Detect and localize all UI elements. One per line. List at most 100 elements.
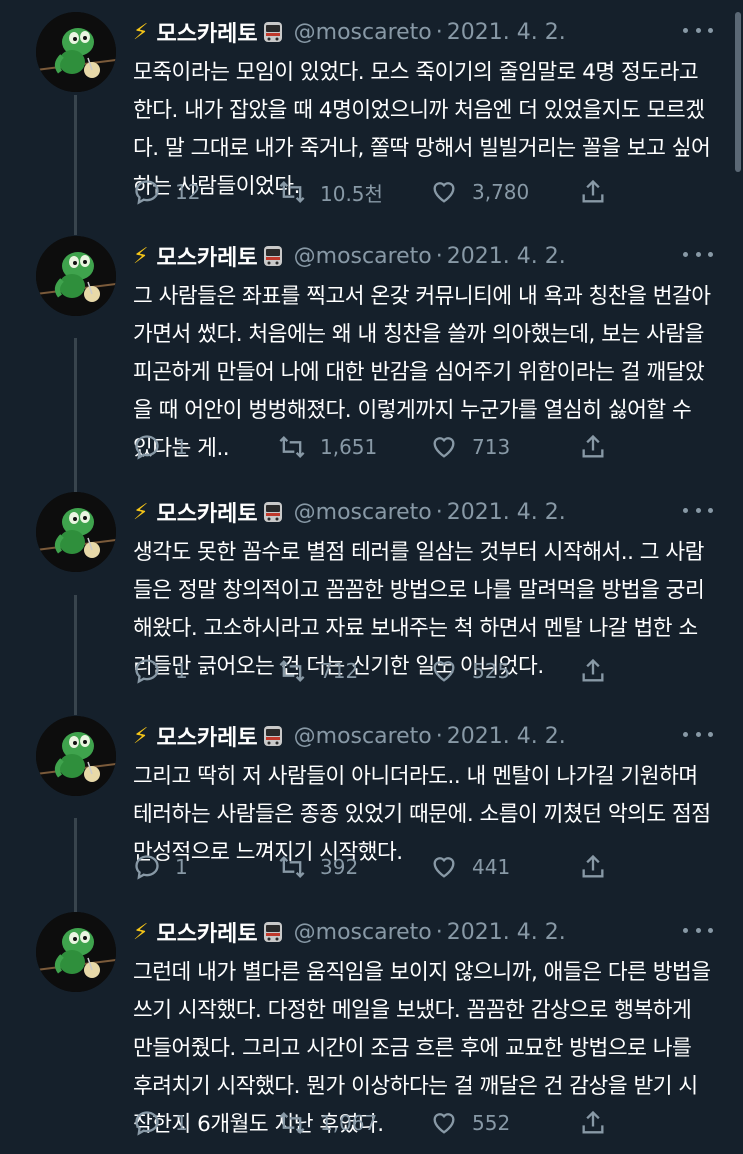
thread-line [74,818,77,913]
share-button[interactable] [579,429,607,465]
reply-count: 12 [175,180,201,204]
retweet-count: 1,067 [320,1111,378,1135]
train-icon [262,21,284,43]
heart-icon [433,1113,455,1134]
lightning-icon: ⚡ [133,243,149,269]
more-icon[interactable] [683,920,713,940]
share-icon [582,434,604,458]
retweet-count: 10.5천 [320,181,383,206]
share-button[interactable] [579,849,607,885]
retweet-count: 392 [320,855,359,879]
display-name[interactable]: 모스카레토 [156,720,257,752]
lightning-icon: ⚡ [133,919,149,945]
heart-icon [433,437,455,458]
reply-icon [135,659,159,684]
more-icon[interactable] [683,20,713,40]
tweet-header: ⚡ 모스카레토 @moscareto · 2021. 4. 2. [133,236,703,276]
separator-dot: · [435,919,443,945]
retweet-button[interactable]: 1,651 [278,429,377,465]
scrollbar[interactable] [735,12,741,172]
display-name[interactable]: 모스카레토 [156,16,257,48]
tweet-date[interactable]: 2021. 4. 2. [447,724,566,749]
thread-line [74,338,77,493]
reply-count: 1 [175,435,188,459]
like-button[interactable]: 713 [430,429,510,465]
tweet-date[interactable]: 2021. 4. 2. [447,244,566,269]
tweet-date[interactable]: 2021. 4. 2. [447,20,566,45]
retweet-button[interactable]: 392 [278,849,358,885]
train-icon [262,725,284,747]
more-icon[interactable] [683,244,713,264]
share-button[interactable] [579,653,607,689]
tweet-actions: 1 392 441 [133,849,623,885]
tweet-actions: 1 712 525 [133,653,623,689]
tweet-date[interactable]: 2021. 4. 2. [447,920,566,945]
tweet-header: ⚡ 모스카레토 @moscareto · 2021. 4. 2. [133,12,703,52]
tweet-date[interactable]: 2021. 4. 2. [447,500,566,525]
like-count: 3,780 [472,180,530,204]
retweet-count: 712 [320,659,359,683]
share-icon [582,179,604,203]
reply-count: 1 [175,855,188,879]
share-button[interactable] [579,174,607,210]
handle[interactable]: @moscareto [294,20,432,45]
reply-icon [135,855,159,880]
heart-icon [433,182,455,203]
display-name[interactable]: 모스카레토 [156,916,257,948]
retweet-icon [279,856,305,878]
like-button[interactable]: 552 [430,1105,510,1141]
retweet-button[interactable]: 712 [278,653,358,689]
display-name[interactable]: 모스카레토 [156,496,257,528]
retweet-icon [279,436,305,458]
more-icon[interactable] [683,724,713,744]
tweet-actions: 12 10.5천 3,780 [133,174,623,210]
tweet-actions: 1 1,067 552 [133,1105,623,1141]
reply-button[interactable]: 1 [133,1105,188,1141]
like-count: 713 [472,435,511,459]
avatar[interactable] [36,912,116,992]
like-count: 525 [472,659,511,683]
separator-dot: · [435,243,443,269]
share-button[interactable] [579,1105,607,1141]
avatar[interactable] [36,716,116,796]
thread-line [74,95,77,235]
reply-button[interactable]: 12 [133,174,200,210]
reply-icon [135,435,159,460]
handle[interactable]: @moscareto [294,920,432,945]
like-count: 441 [472,855,511,879]
like-button[interactable]: 3,780 [430,174,529,210]
separator-dot: · [435,499,443,525]
retweet-button[interactable]: 10.5천 [278,174,383,210]
handle[interactable]: @moscareto [294,500,432,525]
like-button[interactable]: 525 [430,653,510,689]
tweet-header: ⚡ 모스카레토 @moscareto · 2021. 4. 2. [133,912,703,952]
reply-button[interactable]: 1 [133,653,188,689]
lightning-icon: ⚡ [133,499,149,525]
retweet-icon [279,181,305,203]
avatar[interactable] [36,236,116,316]
tweet-header: ⚡ 모스카레토 @moscareto · 2021. 4. 2. [133,716,703,756]
retweet-count: 1,651 [320,435,378,459]
reply-button[interactable]: 1 [133,849,188,885]
reply-button[interactable]: 1 [133,429,188,465]
separator-dot: · [435,19,443,45]
lightning-icon: ⚡ [133,19,149,45]
like-button[interactable]: 441 [430,849,510,885]
reply-count: 1 [175,659,188,683]
display-name[interactable]: 모스카레토 [156,240,257,272]
share-icon [582,1110,604,1134]
separator-dot: · [435,723,443,749]
avatar[interactable] [36,12,116,92]
retweet-button[interactable]: 1,067 [278,1105,377,1141]
avatar[interactable] [36,492,116,572]
more-icon[interactable] [683,500,713,520]
retweet-icon [279,660,305,682]
train-icon [262,501,284,523]
share-icon [582,658,604,682]
tweet-header: ⚡ 모스카레토 @moscareto · 2021. 4. 2. [133,492,703,532]
reply-count: 1 [175,1111,188,1135]
share-icon [582,854,604,878]
handle[interactable]: @moscareto [294,724,432,749]
handle[interactable]: @moscareto [294,244,432,269]
train-icon [262,245,284,267]
